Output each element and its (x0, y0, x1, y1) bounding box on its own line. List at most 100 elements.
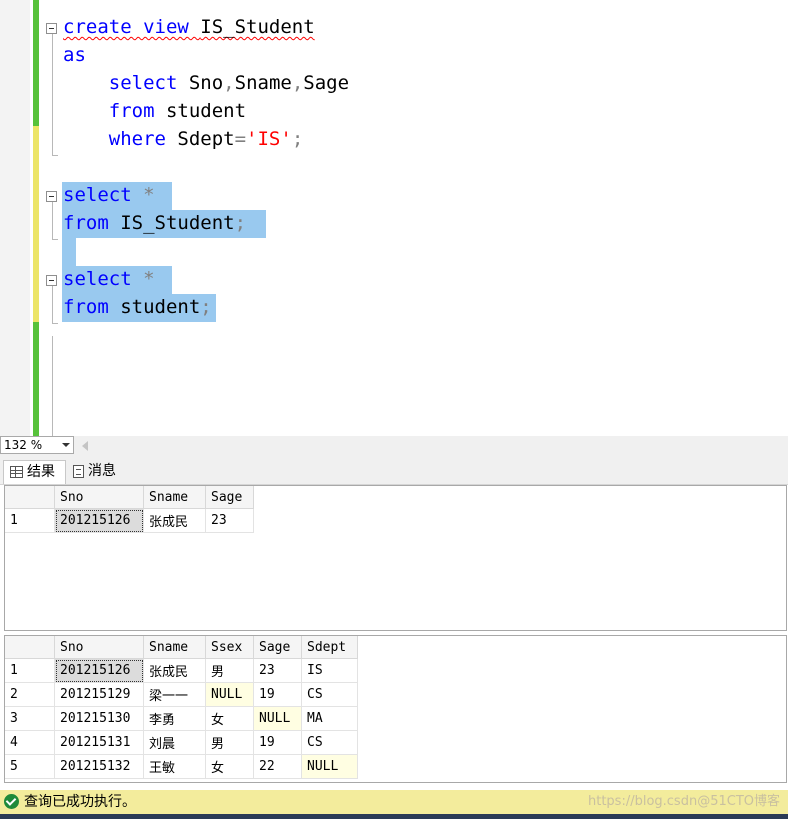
row-number[interactable]: 4 (5, 730, 55, 755)
chevron-down-icon (62, 443, 70, 447)
cell-sname[interactable]: 梁一一 (143, 682, 206, 707)
code-token: * (143, 268, 155, 290)
column-header-rownum[interactable] (5, 486, 55, 509)
code-line[interactable]: select * (63, 181, 155, 209)
selection-highlight (62, 238, 76, 266)
code-token: from (63, 212, 121, 234)
outline-line (52, 201, 53, 239)
cell-ssex[interactable]: 女 (205, 706, 254, 731)
column-header-sno[interactable]: Sno (54, 486, 144, 509)
cell-sdept[interactable]: CS (301, 682, 358, 707)
code-line[interactable]: select Sno,Sname,Sage (63, 69, 349, 97)
code-token: ; (200, 296, 212, 318)
status-bar: 查询已成功执行。 https://blog.csdn@51CTO博客 (0, 790, 788, 814)
code-token: Sage (303, 72, 350, 94)
code-line[interactable]: select * (63, 265, 155, 293)
cell-sage[interactable]: 19 (253, 730, 302, 755)
code-token: as (63, 44, 86, 66)
cell-sno[interactable]: 201215130 (54, 706, 144, 731)
cell-sdept[interactable]: CS (301, 730, 358, 755)
window-bottom-edge (0, 814, 788, 819)
query-editor[interactable]: create view IS_Student as select Sno,Snam… (0, 0, 788, 436)
code-token: = (234, 128, 247, 150)
code-token: ; (234, 212, 247, 234)
column-header-sno[interactable]: Sno (54, 636, 144, 659)
row-number[interactable]: 3 (5, 706, 55, 731)
cell-sno[interactable]: 201215126 (54, 658, 144, 683)
grid-icon (10, 466, 23, 478)
code-token: * (143, 184, 155, 206)
cell-sage[interactable]: 19 (253, 682, 302, 707)
code-line[interactable]: create view IS_Student (63, 13, 315, 41)
column-header-sage[interactable]: Sage (205, 486, 254, 509)
result-table-2: Sno Sname Ssex Sage Sdept 1 201215126 张成… (5, 636, 358, 779)
zoom-dropdown[interactable]: 132 % (0, 436, 74, 454)
outline-line (52, 33, 53, 155)
cell-sage[interactable]: NULL (253, 706, 302, 731)
table-row[interactable]: 2 201215129 梁一一 NULL 19 CS (5, 682, 358, 707)
collapse-icon[interactable] (46, 23, 57, 34)
column-header-sname[interactable]: Sname (143, 636, 206, 659)
row-number[interactable]: 1 (5, 508, 55, 533)
table-row[interactable]: 1 201215126 张成民 男 23 IS (5, 658, 358, 683)
watermark-text: https://blog.csdn@51CTO博客 (587, 794, 780, 809)
cell-sage[interactable]: 23 (253, 658, 302, 683)
result-grid-2[interactable]: Sno Sname Ssex Sage Sdept 1 201215126 张成… (4, 635, 787, 783)
scroll-left-icon[interactable] (82, 441, 88, 451)
collapse-icon[interactable] (46, 191, 57, 202)
outline-line (52, 285, 53, 323)
column-header-sdept[interactable]: Sdept (301, 636, 358, 659)
table-row[interactable]: 1 201215126 张成民 23 (5, 508, 254, 533)
code-token: where (63, 128, 178, 150)
code-line[interactable]: from student (63, 97, 246, 125)
code-token: student (120, 296, 201, 318)
row-number[interactable]: 5 (5, 754, 55, 779)
cell-ssex[interactable]: 男 (205, 658, 254, 683)
cell-sno[interactable]: 201215129 (54, 682, 144, 707)
cell-ssex[interactable]: 男 (205, 730, 254, 755)
cell-sno[interactable]: 201215126 (54, 508, 144, 533)
selection-margin[interactable] (0, 0, 30, 436)
code-token: student (165, 100, 247, 122)
cell-sage[interactable]: 22 (253, 754, 302, 779)
editor-status-strip: 132 % (0, 436, 788, 456)
cell-sdept[interactable]: MA (301, 706, 358, 731)
table-row[interactable]: 4 201215131 刘晨 男 19 CS (5, 730, 358, 755)
collapse-icon[interactable] (46, 275, 57, 286)
table-row[interactable]: 3 201215130 李勇 女 NULL MA (5, 706, 358, 731)
code-token: Sno (188, 72, 224, 94)
result-grid-1[interactable]: Sno Sname Sage 1 201215126 张成民 23 (4, 485, 787, 631)
cell-sname[interactable]: 张成民 (143, 658, 206, 683)
code-line[interactable]: from student; (63, 293, 212, 321)
tab-messages[interactable]: 消息 (69, 460, 129, 484)
cell-ssex[interactable]: NULL (205, 682, 254, 707)
header-row: Sno Sname Ssex Sage Sdept (5, 636, 358, 659)
cell-ssex[interactable]: 女 (205, 754, 254, 779)
result-table-1: Sno Sname Sage 1 201215126 张成民 23 (5, 486, 254, 533)
column-header-sage[interactable]: Sage (253, 636, 302, 659)
cell-sname[interactable]: 王敏 (143, 754, 206, 779)
code-token: select (63, 72, 189, 94)
row-number[interactable]: 1 (5, 658, 55, 683)
cell-sno[interactable]: 201215132 (54, 754, 144, 779)
cell-sage[interactable]: 23 (205, 508, 254, 533)
column-header-rownum[interactable] (5, 636, 55, 659)
cell-sname[interactable]: 刘晨 (143, 730, 206, 755)
code-line[interactable]: as (63, 41, 86, 69)
code-line[interactable]: where Sdept='IS'; (63, 125, 304, 153)
code-token: ; (291, 128, 304, 150)
cell-sdept[interactable]: IS (301, 658, 358, 683)
code-token: , (223, 72, 235, 94)
column-header-ssex[interactable]: Ssex (205, 636, 254, 659)
code-token: IS_Student (120, 212, 235, 234)
cell-sname[interactable]: 张成民 (143, 508, 206, 533)
cell-sname[interactable]: 李勇 (143, 706, 206, 731)
cell-sdept[interactable]: NULL (301, 754, 358, 779)
table-row[interactable]: 5 201215132 王敏 女 22 NULL (5, 754, 358, 779)
tab-results-label: 结果 (27, 464, 55, 480)
row-number[interactable]: 2 (5, 682, 55, 707)
code-line[interactable]: from IS_Student; (63, 209, 246, 237)
cell-sno[interactable]: 201215131 (54, 730, 144, 755)
column-header-sname[interactable]: Sname (143, 486, 206, 509)
tab-results[interactable]: 结果 (3, 460, 66, 484)
